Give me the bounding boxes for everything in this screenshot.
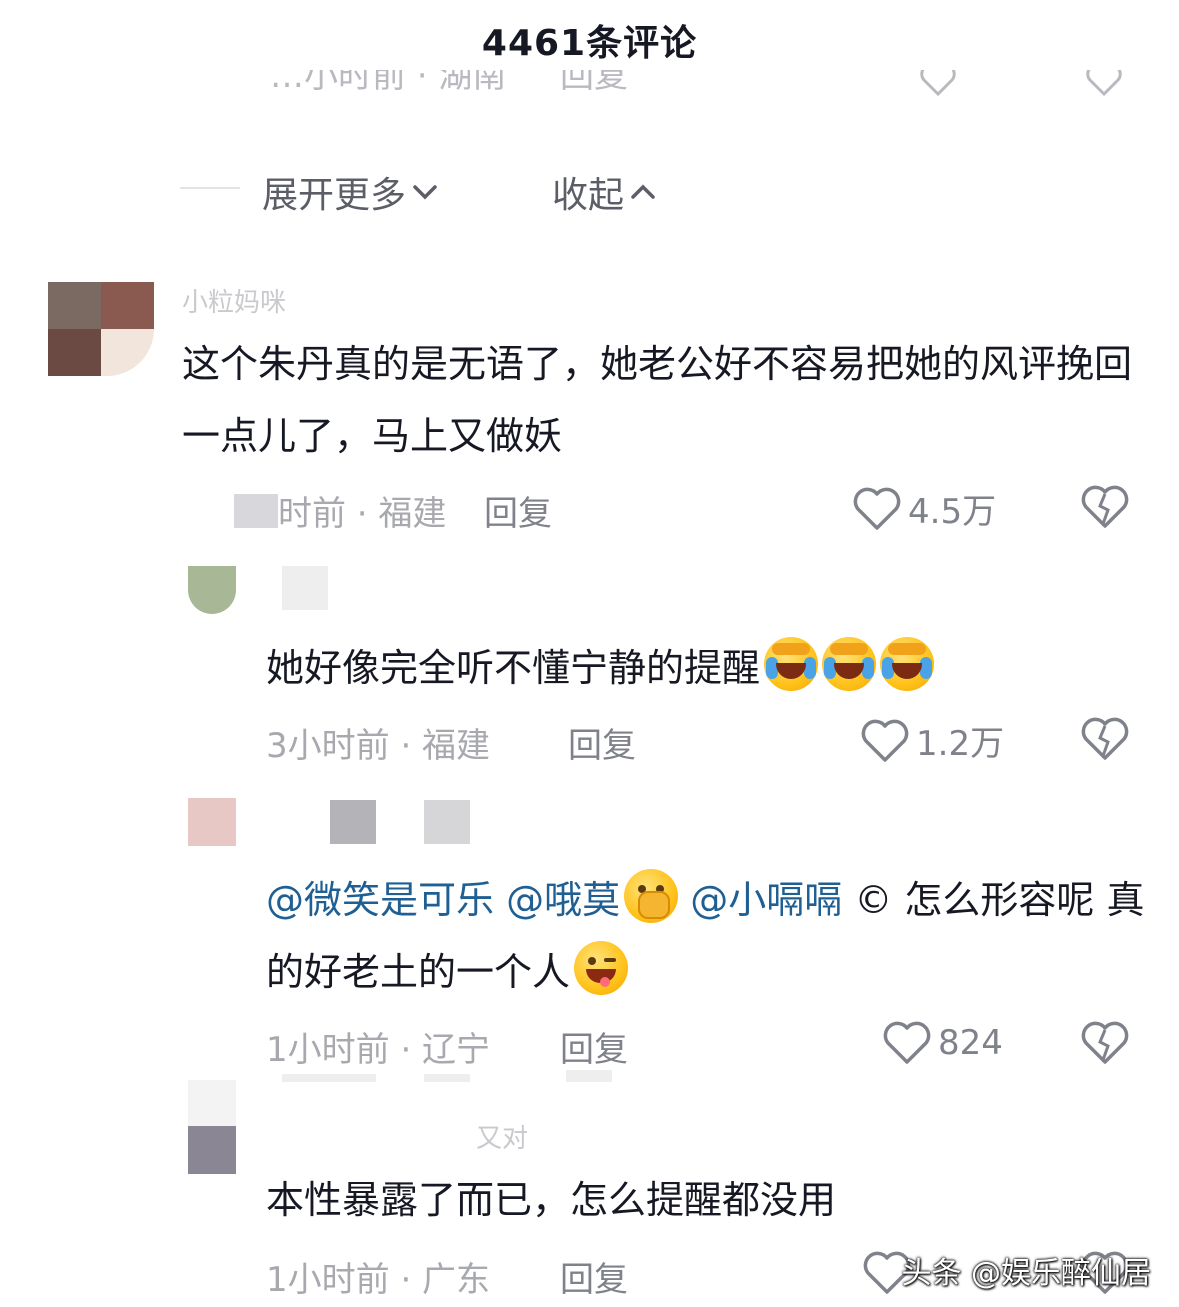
like-button[interactable]: 824: [882, 1020, 1003, 1066]
mention-link[interactable]: @哦莫: [506, 878, 620, 922]
collapse-label: 收起: [552, 175, 625, 216]
comment-text: 本性暴露了而已，怎么提醒都没用: [266, 1178, 837, 1222]
dislike-icon[interactable]: [1080, 716, 1130, 762]
previous-comment-meta: …小时前 · 湖南: [270, 70, 507, 96]
laugh-cry-emoji-icon: [880, 637, 935, 691]
avatar[interactable]: [188, 798, 236, 846]
wink-tongue-emoji-icon: [574, 941, 629, 995]
redacted-block: [566, 1070, 612, 1082]
watermark: 头条 @娱乐醉仙居: [901, 1256, 1151, 1291]
thread-divider-line: [180, 187, 240, 189]
comment-text: @微笑是可乐 @哦莫 @小嗝嗝 © 怎么形容呢 真的好老土的一个人: [266, 864, 1146, 1008]
heart-icon: [883, 1021, 931, 1064]
heart-icon: [861, 719, 909, 762]
dislike-icon[interactable]: [1084, 70, 1124, 100]
time-location: 时前 · 福建: [278, 494, 447, 534]
laugh-cry-emoji-icon: [764, 637, 819, 691]
expand-more-button[interactable]: 展开更多: [262, 166, 440, 218]
previous-comment-reply[interactable]: 回复: [560, 70, 628, 97]
like-count: 4.5万: [908, 492, 997, 532]
expand-more-label: 展开更多: [262, 175, 407, 216]
redacted-username: [330, 800, 376, 844]
reply-button[interactable]: 回复: [484, 486, 552, 535]
comment-text: 她好像完全听不懂宁静的提醒: [266, 632, 1146, 704]
dislike-icon[interactable]: [1080, 1020, 1130, 1066]
username[interactable]: 又对: [476, 1118, 528, 1155]
redacted-username: [424, 800, 470, 844]
like-count: 824: [938, 1023, 1003, 1063]
like-button[interactable]: 4.5万: [852, 484, 996, 533]
redacted-username: [282, 566, 328, 610]
chevron-down-icon: [413, 185, 437, 200]
avatar[interactable]: [188, 1080, 236, 1174]
heart-icon[interactable]: [918, 70, 958, 100]
comment-text: 这个朱丹真的是无语了，她老公好不容易把她的风评挽回一点儿了，马上又做妖: [182, 342, 1133, 458]
redacted-block: [424, 1074, 470, 1082]
avatar[interactable]: [188, 566, 236, 614]
comments-count-title: 4461条评论: [481, 23, 698, 64]
username[interactable]: 小粒妈咪: [182, 282, 286, 319]
mention-link[interactable]: @小嗝嗝: [690, 878, 842, 922]
redacted-block: [234, 493, 278, 528]
collapse-button[interactable]: 收起: [552, 166, 658, 218]
comment-body: 她好像完全听不懂宁静的提醒: [266, 646, 761, 690]
like-button[interactable]: 1.2万: [860, 716, 1004, 765]
chevron-up-icon: [631, 184, 655, 199]
time-location: 3小时前 · 福建: [266, 726, 491, 766]
avatar[interactable]: [48, 282, 154, 376]
heart-icon: [853, 487, 901, 530]
previous-comment-meta-row: …小时前 · 湖南 回复: [0, 70, 1179, 114]
like-count: 1.2万: [916, 724, 1005, 764]
reply-button[interactable]: 回复: [560, 1252, 628, 1301]
reply-button[interactable]: 回复: [568, 718, 636, 767]
time-location: 1小时前 · 辽宁: [266, 1030, 491, 1070]
reply-button[interactable]: 回复: [560, 1022, 628, 1071]
hush-emoji-icon: [624, 869, 679, 923]
laugh-cry-emoji-icon: [822, 637, 877, 691]
comment-meta: 时前 · 福建: [182, 486, 446, 535]
time-location: 1小时前 · 广东: [266, 1260, 491, 1300]
redacted-block: [282, 1074, 376, 1082]
dislike-icon[interactable]: [1080, 484, 1130, 530]
mention-link[interactable]: @微笑是可乐: [266, 878, 494, 922]
